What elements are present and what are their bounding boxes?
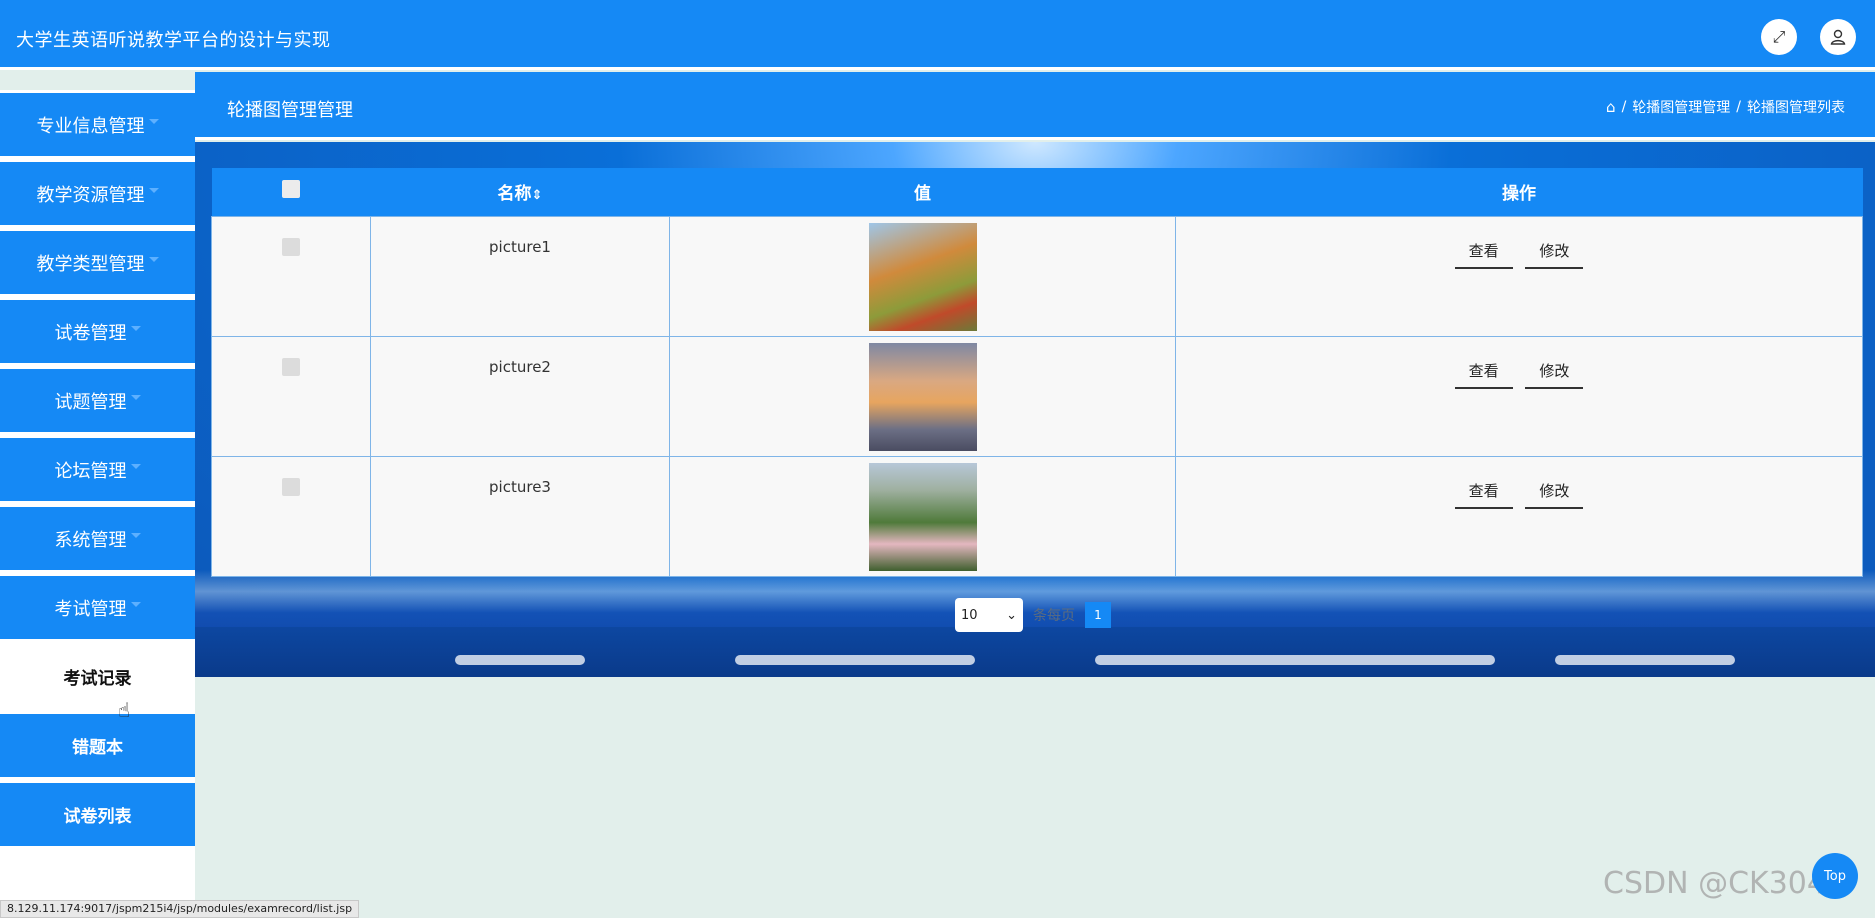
- edit-button[interactable]: 修改: [1525, 478, 1584, 509]
- sidebar-subitem-label: 错题本: [72, 738, 123, 758]
- row-select-cell: [211, 215, 371, 337]
- sidebar-subitem-label: 考试记录: [63, 669, 132, 689]
- column-header-name[interactable]: 名称⇕: [370, 168, 670, 216]
- banner-table: 名称⇕ 值 操作 picture1 查看 修改 picture2 查看 修改 p…: [211, 168, 1863, 577]
- actions-cell: 查看 修改: [1175, 335, 1863, 457]
- sidebar-item-label: 论坛管理: [54, 460, 127, 482]
- table-row: picture3 查看 修改: [211, 455, 1863, 577]
- page-size-select[interactable]: 10 ⌄: [955, 598, 1023, 632]
- table-header-row: 名称⇕ 值 操作: [211, 168, 1863, 216]
- caret-down-icon: [130, 602, 141, 607]
- picture-thumbnail: [868, 462, 977, 571]
- actions-cell: 查看 修改: [1175, 215, 1863, 337]
- picture-thumbnail: [868, 222, 977, 331]
- name-cell: picture1: [370, 215, 670, 337]
- status-url: 8.129.11.174:9017/jspm215i4/jsp/modules/…: [0, 900, 360, 918]
- sidebar-item-exams[interactable]: 考试管理: [0, 573, 195, 639]
- sidebar-item-label: 试卷管理: [54, 322, 127, 344]
- page-title: 轮播图管理管理: [227, 100, 353, 121]
- row-select-cell: [211, 455, 371, 577]
- sidebar: 专业信息管理 教学资源管理 教学类型管理 试卷管理 试题管理 论坛管理 系统管理…: [0, 90, 195, 918]
- watermark: CSDN @CK3040: [1603, 866, 1846, 901]
- caret-down-icon: [148, 119, 159, 124]
- column-header-actions: 操作: [1175, 168, 1863, 216]
- sidebar-subitem-paper-list[interactable]: 试卷列表: [0, 780, 195, 846]
- name-cell: picture3: [370, 455, 670, 577]
- caret-down-icon: [148, 257, 159, 262]
- view-button[interactable]: 查看: [1454, 478, 1513, 509]
- user-button[interactable]: [1820, 19, 1856, 55]
- waves: [195, 627, 1875, 677]
- breadcrumb-item: 轮播图管理列表: [1747, 100, 1845, 116]
- caret-down-icon: [130, 395, 141, 400]
- value-cell: [669, 335, 1176, 457]
- content-header: 轮播图管理管理 ⌂ / 轮播图管理管理 / 轮播图管理列表: [195, 72, 1875, 140]
- select-all-header: [211, 168, 371, 216]
- view-button[interactable]: 查看: [1454, 358, 1513, 389]
- app-title: 大学生英语听说教学平台的设计与实现: [16, 30, 331, 51]
- caret-down-icon: [130, 464, 141, 469]
- chevron-down-icon: ⌄: [1006, 607, 1017, 623]
- sidebar-item-label: 教学资源管理: [36, 184, 145, 206]
- row-checkbox[interactable]: [282, 477, 300, 496]
- sort-icon[interactable]: ⇕: [532, 188, 543, 203]
- sidebar-item-resources[interactable]: 教学资源管理: [0, 159, 195, 225]
- row-select-cell: [211, 335, 371, 457]
- value-cell: [669, 215, 1176, 337]
- edit-button[interactable]: 修改: [1525, 238, 1584, 269]
- fullscreen-button[interactable]: ⤢: [1761, 19, 1797, 55]
- value-cell: [669, 455, 1176, 577]
- column-header-value: 值: [669, 168, 1176, 216]
- page-number-button[interactable]: 1: [1085, 602, 1111, 628]
- sidebar-item-label: 系统管理: [54, 529, 127, 551]
- view-button[interactable]: 查看: [1454, 238, 1513, 269]
- breadcrumb: ⌂ / 轮播图管理管理 / 轮播图管理列表: [1606, 97, 1845, 117]
- sidebar-subitem-exam-records[interactable]: 考试记录: [0, 642, 195, 708]
- row-checkbox[interactable]: [282, 237, 300, 256]
- sidebar-item-label: 试题管理: [54, 391, 127, 413]
- table-row: picture1 查看 修改: [211, 215, 1863, 337]
- sidebar-item-questions[interactable]: 试题管理: [0, 366, 195, 432]
- caret-down-icon: [130, 326, 141, 331]
- sidebar-item-forum[interactable]: 论坛管理: [0, 435, 195, 501]
- select-all-checkbox[interactable]: [282, 180, 300, 199]
- wave-foam: [1095, 655, 1495, 665]
- sidebar-item-label: 专业信息管理: [36, 115, 145, 137]
- sidebar-item-system[interactable]: 系统管理: [0, 504, 195, 570]
- per-page-label: 条每页: [1033, 608, 1075, 624]
- wave-foam: [455, 655, 585, 665]
- name-cell: picture2: [370, 335, 670, 457]
- hand-cursor-icon: ☝: [118, 698, 131, 722]
- wave-foam: [1555, 655, 1735, 665]
- wave-foam: [735, 655, 975, 665]
- sidebar-item-major[interactable]: 专业信息管理: [0, 90, 195, 156]
- sidebar-item-label: 考试管理: [54, 598, 127, 620]
- edit-button[interactable]: 修改: [1525, 358, 1584, 389]
- top-header: 大学生英语听说教学平台的设计与实现 ⤢: [0, 0, 1875, 70]
- table-row: picture2 查看 修改: [211, 335, 1863, 457]
- picture-thumbnail: [868, 342, 977, 451]
- sidebar-item-papers[interactable]: 试卷管理: [0, 297, 195, 363]
- row-checkbox[interactable]: [282, 357, 300, 376]
- pagination: 10 ⌄ 条每页 1: [955, 598, 1111, 632]
- caret-down-icon: [148, 188, 159, 193]
- back-to-top-button[interactable]: Top: [1812, 853, 1858, 899]
- sidebar-subitem-wrong-book[interactable]: 错题本: [0, 711, 195, 777]
- breadcrumb-item[interactable]: 轮播图管理管理: [1632, 97, 1730, 117]
- sidebar-item-teaching-type[interactable]: 教学类型管理: [0, 228, 195, 294]
- user-icon: [1830, 29, 1846, 45]
- actions-cell: 查看 修改: [1175, 455, 1863, 577]
- home-icon[interactable]: ⌂: [1606, 98, 1616, 116]
- sidebar-subitem-label: 试卷列表: [63, 807, 132, 827]
- sidebar-item-label: 教学类型管理: [36, 253, 145, 275]
- expand-icon: ⤢: [1772, 27, 1786, 46]
- caret-down-icon: [130, 533, 141, 538]
